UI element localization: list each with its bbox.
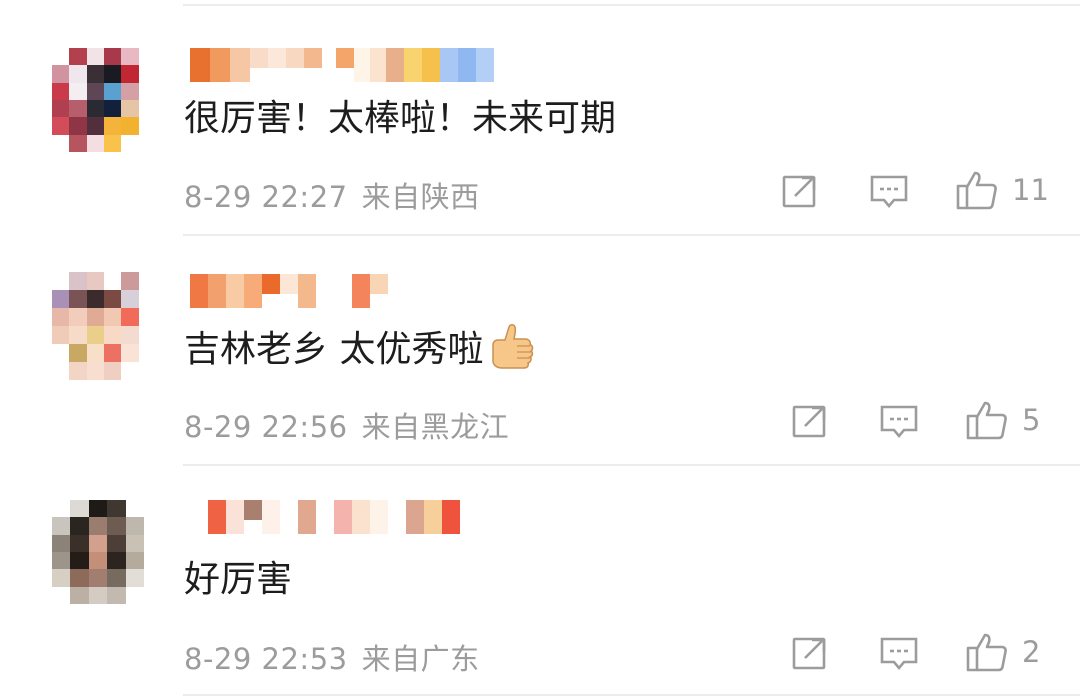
repost-button[interactable] — [782, 174, 818, 208]
top-divider — [183, 4, 1080, 6]
comment-meta: 8-29 22:56 来自黑龙江 — [184, 404, 509, 446]
comment-date: 8-29 22:53 — [184, 642, 348, 676]
comment-text: 很厉害！太棒啦！未来可期 — [184, 98, 617, 139]
comment-divider — [183, 694, 1080, 696]
thumbs-up-emoji — [492, 324, 534, 369]
avatar[interactable] — [52, 48, 156, 152]
reply-button[interactable] — [880, 404, 918, 440]
comment-icon — [880, 405, 918, 439]
repost-icon — [792, 637, 826, 670]
repost-button[interactable] — [792, 636, 828, 670]
thumbs-up-icon — [966, 633, 1007, 672]
repost-icon — [782, 175, 816, 208]
comment-divider — [183, 464, 1080, 466]
like-button[interactable]: 5 — [966, 400, 1040, 440]
comment-region: 来自广东 — [361, 642, 480, 676]
comment-text: 吉林老乡 太优秀啦 — [184, 322, 535, 370]
username-redacted[interactable] — [190, 500, 460, 534]
like-button[interactable]: 11 — [956, 170, 1049, 210]
thumbs-up-icon — [956, 171, 997, 210]
comment-region: 来自黑龙江 — [361, 410, 510, 444]
like-button[interactable]: 2 — [966, 632, 1040, 672]
avatar[interactable] — [52, 272, 156, 380]
thumbs-up-icon — [966, 401, 1007, 440]
reply-button[interactable] — [870, 174, 908, 210]
like-count: 2 — [1022, 634, 1041, 669]
comment-icon — [870, 175, 908, 209]
repost-icon — [792, 405, 826, 438]
avatar[interactable] — [52, 500, 144, 604]
comment-meta: 8-29 22:27 来自陕西 — [184, 174, 480, 216]
comment-meta: 8-29 22:53 来自广东 — [184, 636, 480, 678]
reply-button[interactable] — [880, 636, 918, 672]
comment-divider — [183, 234, 1080, 236]
comment-date: 8-29 22:56 — [184, 410, 348, 444]
like-count: 5 — [1022, 402, 1041, 437]
comment-icon — [880, 637, 918, 671]
comment-date: 8-29 22:27 — [184, 180, 348, 214]
repost-button[interactable] — [792, 404, 828, 438]
comment-text: 好厉害 — [184, 559, 293, 600]
comment-region: 来自陕西 — [361, 180, 480, 214]
username-redacted[interactable] — [190, 274, 388, 308]
username-redacted[interactable] — [190, 48, 494, 82]
like-count: 11 — [1012, 172, 1049, 207]
